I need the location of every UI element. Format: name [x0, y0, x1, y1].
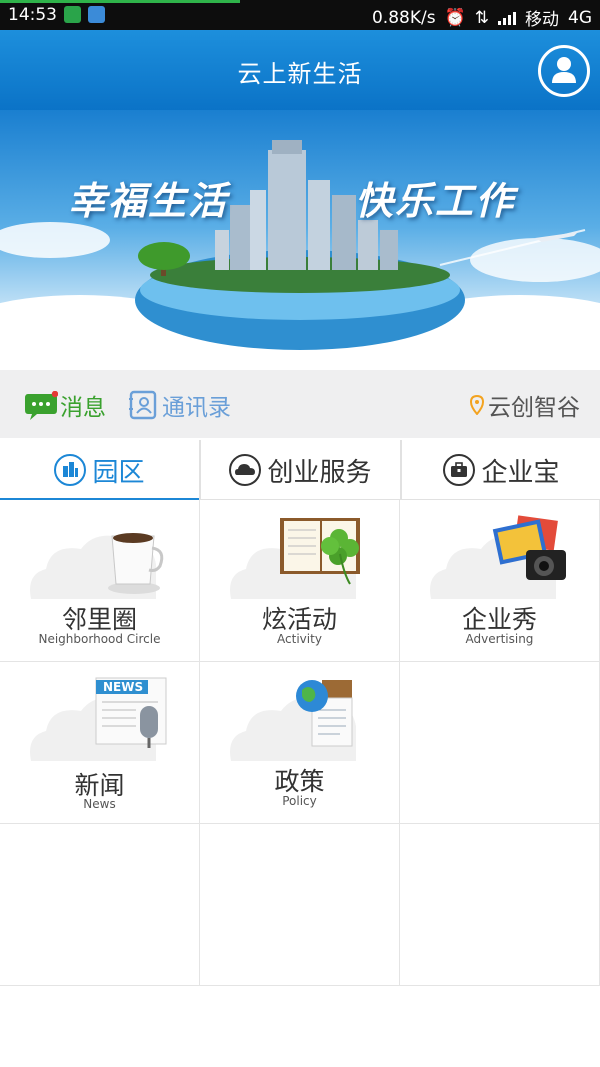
grid-item-activity[interactable]: 炫活动 Activity: [200, 500, 400, 662]
alarm-icon: ⏰: [444, 7, 466, 28]
signal-icon: [498, 11, 516, 25]
grid-item-news[interactable]: NEWS 新闻 News: [0, 662, 200, 824]
grid-item-sublabel: News: [83, 797, 116, 811]
banner-slogan-left: 幸福生活: [68, 178, 229, 223]
location-label: 云创智谷: [488, 395, 580, 421]
camera-photos-icon: [430, 515, 566, 599]
news-badge: NEWS: [103, 680, 144, 694]
shield-icon: [64, 6, 81, 23]
grid-item-empty: [200, 824, 400, 986]
cloud-app-icon: [88, 6, 105, 23]
banner-slogan-right: 快乐工作: [355, 178, 516, 223]
grid-item-empty: [0, 824, 200, 986]
globe-document-icon: [230, 680, 356, 761]
buildings-icon: [54, 454, 87, 486]
profile-button[interactable]: [538, 45, 590, 97]
coffee-cup-icon: [30, 533, 164, 599]
tab-startup-services-label: 创业服务: [267, 457, 372, 488]
contacts-link[interactable]: 通讯录: [128, 388, 231, 422]
tab-startup-services[interactable]: 创业服务: [201, 440, 400, 500]
contacts-icon: [129, 390, 157, 420]
network-type: 4G: [568, 7, 592, 28]
grid-item-label: 企业秀: [461, 605, 537, 634]
cloud-icon: [229, 454, 262, 486]
user-icon: [552, 57, 576, 83]
status-bar: 14:53 0.88K/s ⏰ ⇅ 移动 4G: [0, 0, 600, 30]
page-title: 云上新生活: [237, 60, 363, 88]
tab-enterprise[interactable]: 企业宝: [402, 440, 600, 500]
grid-item-sublabel: Activity: [277, 632, 322, 646]
quick-access-bar: 消息 通讯录 云创智谷: [0, 370, 600, 438]
location-pin-icon: [470, 395, 484, 415]
grid-item-policy[interactable]: 政策 Policy: [200, 662, 400, 824]
network-speed: 0.88K/s: [371, 7, 436, 28]
grid-item-empty: [400, 662, 600, 824]
grid-item-sublabel: Advertising: [465, 632, 534, 646]
grid-item-sublabel: Policy: [282, 794, 317, 808]
chat-bubble-icon: [24, 390, 59, 420]
promo-banner[interactable]: 幸福生活 快乐工作: [0, 110, 600, 370]
tab-park-label: 园区: [92, 457, 145, 488]
grid-item-label: 炫活动: [261, 605, 337, 634]
contacts-label: 通讯录: [162, 395, 231, 421]
briefcase-icon: [443, 454, 476, 486]
grid-item-sublabel: Neighborhood Circle: [38, 632, 161, 646]
messages-label: 消息: [60, 395, 106, 421]
data-transfer-icon: ⇅: [474, 7, 489, 28]
news-microphone-icon: [30, 677, 167, 761]
tab-enterprise-label: 企业宝: [481, 457, 560, 488]
location-selector[interactable]: 云创智谷: [470, 388, 580, 422]
grid-item-empty: [400, 824, 600, 986]
download-progress-bar: [0, 0, 240, 3]
grid-item-neighborhood-circle[interactable]: 邻里圈 Neighborhood Circle: [0, 500, 200, 662]
tab-park[interactable]: 园区: [0, 440, 199, 501]
grid-item-label: 政策: [274, 767, 325, 796]
messages-link[interactable]: 消息: [24, 388, 106, 422]
category-tabs: 园区 创业服务 企业宝: [0, 440, 600, 501]
banner-illustration: [0, 140, 600, 370]
book-clover-icon: [230, 518, 360, 599]
carrier-name: 移动: [525, 10, 559, 30]
status-time: 14:53: [8, 5, 57, 25]
grid-item-advertising[interactable]: 企业秀 Advertising: [400, 500, 600, 662]
feature-grid: 邻里圈 Neighborhood Circle 炫活动 Activity 企业秀: [0, 500, 600, 986]
grid-item-label: 邻里圈: [61, 605, 137, 634]
app-header: 云上新生活: [0, 30, 600, 110]
